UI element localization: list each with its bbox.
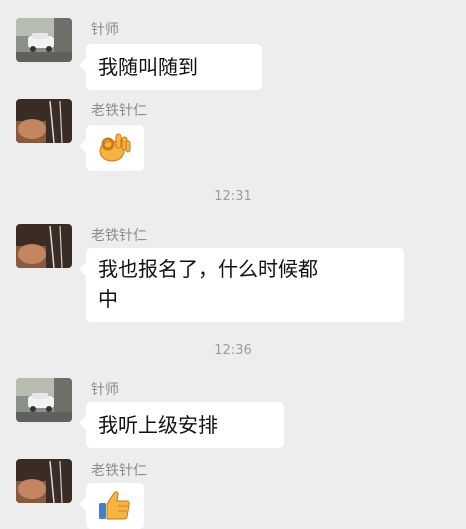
avatar[interactable] <box>16 18 72 62</box>
ok-hand-icon <box>99 133 131 162</box>
avatar[interactable] <box>16 224 72 268</box>
message-text-line: 我也报名了，什么时候都 <box>98 257 318 281</box>
sender-name: 老铁针仁 <box>91 103 147 119</box>
needle-avatar-image <box>16 224 72 268</box>
thumbs-up-icon <box>99 491 130 520</box>
sender-name: 老铁针仁 <box>91 463 147 479</box>
needle-avatar-image <box>16 459 72 503</box>
message-bubble[interactable]: 我随叫随到 <box>79 44 262 90</box>
message-bubble[interactable]: 我也报名了，什么时候都 中 <box>79 248 404 322</box>
avatar[interactable] <box>16 378 72 422</box>
needle-avatar-image <box>16 99 72 143</box>
message-bubble[interactable]: 我听上级安排 <box>79 402 284 448</box>
sender-name: 老铁针仁 <box>91 228 147 244</box>
sender-name: 针师 <box>91 382 119 398</box>
sender-name: 针师 <box>91 22 119 38</box>
avatar[interactable] <box>16 459 72 503</box>
timestamp: 12:36 <box>214 343 252 358</box>
message-text: 我听上级安排 <box>98 413 218 437</box>
car-avatar-image <box>16 378 72 422</box>
message-text: 我随叫随到 <box>98 55 198 79</box>
timestamp: 12:31 <box>214 189 252 204</box>
sticker-bubble[interactable] <box>79 125 144 171</box>
message-text-line: 中 <box>98 287 118 311</box>
avatar[interactable] <box>16 99 72 143</box>
car-avatar-image <box>16 18 72 62</box>
sticker-bubble[interactable] <box>79 483 144 529</box>
